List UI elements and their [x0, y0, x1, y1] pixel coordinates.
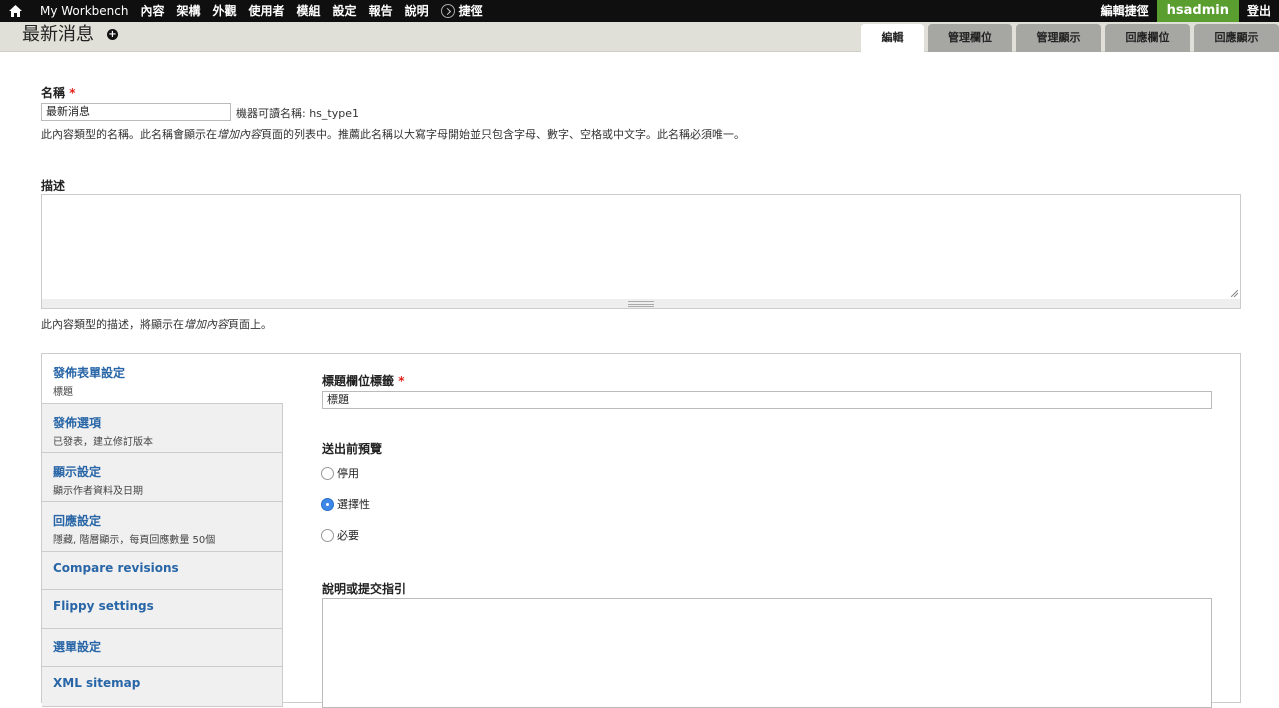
shortcuts-label: 捷徑	[458, 4, 483, 18]
edit-shortcuts-link[interactable]: 編輯捷徑	[1093, 0, 1157, 22]
radio-label: 選擇性	[337, 498, 370, 511]
vtab-flippy-settings[interactable]: Flippy settings	[42, 590, 283, 629]
vtab-title: Flippy settings	[53, 599, 154, 613]
vtab-title: 發佈表單設定	[53, 366, 126, 380]
tab-comment-fields[interactable]: 回應欄位	[1105, 24, 1190, 52]
shortcuts-toggle[interactable]: 捷徑	[435, 0, 489, 22]
name-label: 名稱 *	[41, 86, 76, 100]
menu-item-modules[interactable]: 模組	[291, 0, 327, 22]
resize-corner-icon	[1231, 290, 1238, 297]
radio-label: 必要	[337, 529, 359, 542]
vtab-title: 回應設定	[53, 514, 102, 528]
vtab-menu-settings[interactable]: 選單設定	[42, 629, 283, 667]
radio-label: 停用	[337, 467, 359, 480]
tab-comment-display[interactable]: 回應顯示	[1194, 24, 1279, 52]
vtab-publishing-options[interactable]: 發佈選項 已發表，建立修訂版本	[42, 404, 283, 453]
tab-manage-display[interactable]: 管理顯示	[1016, 24, 1101, 52]
add-shortcut-icon[interactable]: +	[107, 29, 118, 40]
description-help-text: 此內容類型的描述，將顯示在增加內容頁面上。	[41, 318, 272, 331]
vtab-xml-sitemap[interactable]: XML sitemap	[42, 667, 283, 707]
required-mark: *	[69, 86, 76, 100]
vtab-summary: 標題	[53, 387, 73, 398]
vtab-compare-revisions[interactable]: Compare revisions	[42, 552, 283, 590]
title-label-input[interactable]: 標題	[322, 391, 1212, 409]
vtab-submission-form[interactable]: 發佈表單設定 標題	[42, 354, 283, 404]
vtab-title: Compare revisions	[53, 561, 179, 575]
help-textarea[interactable]	[322, 598, 1212, 708]
description-textarea[interactable]	[41, 194, 1241, 300]
vtab-comment-settings[interactable]: 回應設定 隱藏, 階層顯示，每頁回應數量 50個	[42, 502, 283, 552]
name-help-text: 此內容類型的名稱。此名稱會顯示在增加內容頁面的列表中。推薦此名稱以大寫字母開始並…	[41, 128, 745, 141]
title-field-label: 標題欄位標籤 *	[322, 374, 405, 388]
vtab-summary: 已發表，建立修訂版本	[53, 437, 153, 448]
help-text-label: 說明或提交指引	[322, 582, 407, 596]
page-title: 最新消息	[22, 24, 94, 45]
tab-manage-fields[interactable]: 管理欄位	[928, 24, 1012, 52]
menu-item-appearance[interactable]: 外觀	[207, 0, 243, 22]
menu-item-help[interactable]: 說明	[399, 0, 435, 22]
preview-label: 送出前預覽	[322, 442, 383, 456]
preview-option-required[interactable]: 必要	[321, 527, 359, 543]
user-link[interactable]: hsadmin	[1156, 0, 1239, 22]
home-icon[interactable]	[0, 0, 30, 22]
name-input[interactable]: 最新消息	[41, 103, 231, 121]
radio-icon	[321, 528, 334, 542]
admin-menu: My Workbench 內容 架構 外觀 使用者 模組 設定 報告 說明 捷徑	[30, 0, 489, 22]
vtab-summary: 隱藏, 階層顯示，每頁回應數量 50個	[53, 535, 216, 546]
admin-toolbar: My Workbench 內容 架構 外觀 使用者 模組 設定 報告 說明 捷徑…	[0, 0, 1279, 22]
menu-item-content[interactable]: 內容	[134, 0, 170, 22]
chevron-right-icon	[440, 4, 455, 18]
tab-edit[interactable]: 編輯	[861, 24, 924, 52]
description-label: 描述	[41, 179, 66, 193]
vtab-title: XML sitemap	[53, 676, 141, 690]
menu-item-reports[interactable]: 報告	[363, 0, 399, 22]
vtab-display-settings[interactable]: 顯示設定 顯示作者資料及日期	[42, 453, 283, 502]
radio-icon	[321, 466, 334, 480]
vtab-title: 發佈選項	[53, 416, 102, 430]
menu-item-workbench[interactable]: My Workbench	[30, 0, 134, 22]
resize-grippie[interactable]	[41, 299, 1241, 309]
menu-item-config[interactable]: 設定	[327, 0, 363, 22]
logout-link[interactable]: 登出	[1239, 0, 1279, 22]
radio-selected-icon	[321, 497, 334, 511]
menu-item-people[interactable]: 使用者	[243, 0, 291, 22]
menu-item-structure[interactable]: 架構	[170, 0, 206, 22]
vtab-title: 選單設定	[53, 640, 102, 654]
vtab-title: 顯示設定	[53, 465, 102, 479]
preview-option-disabled[interactable]: 停用	[321, 465, 359, 481]
primary-tabs: 編輯 管理欄位 管理顯示 回應欄位 回應顯示	[857, 24, 1279, 52]
vtab-summary: 顯示作者資料及日期	[53, 486, 143, 497]
preview-option-optional[interactable]: 選擇性	[321, 496, 370, 512]
required-mark: *	[398, 374, 405, 388]
machine-name: 機器可讀名稱: hs_type1	[236, 107, 359, 120]
